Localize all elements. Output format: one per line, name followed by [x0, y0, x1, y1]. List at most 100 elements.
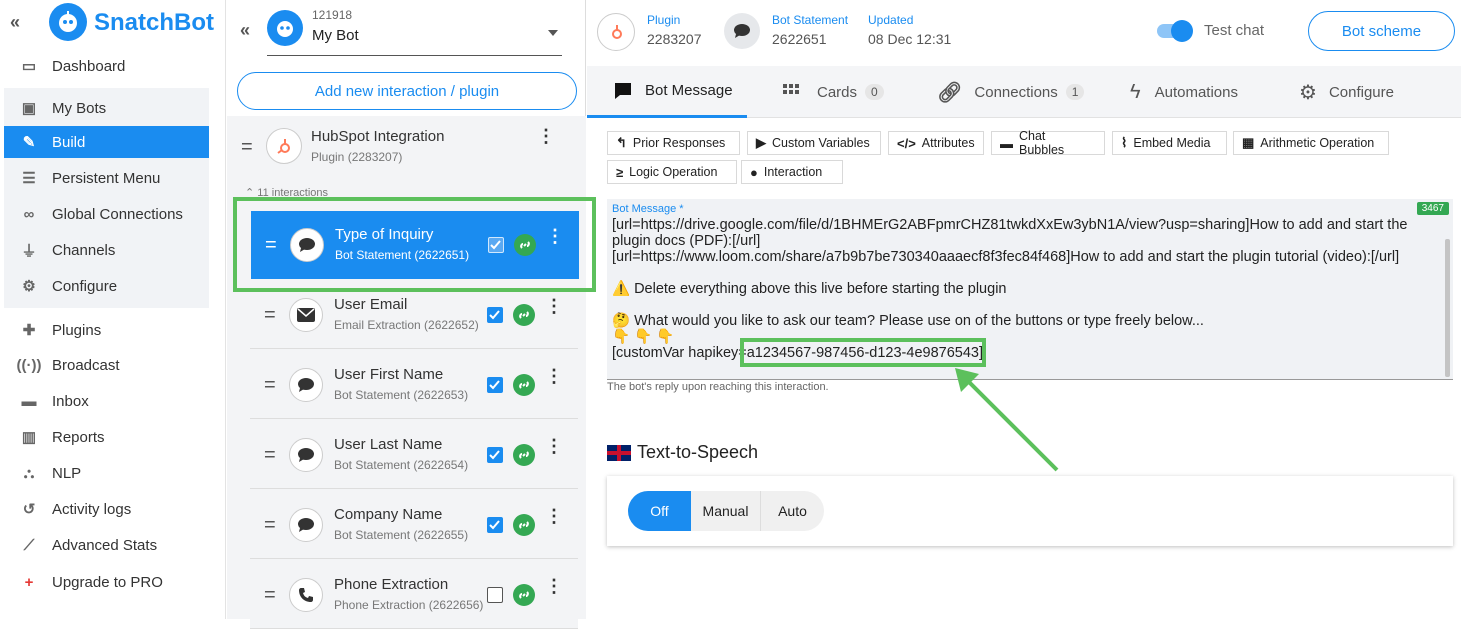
attributes-button[interactable]: </> Attributes: [888, 131, 984, 155]
toolbar-label: Embed Media: [1133, 136, 1211, 150]
editor-tabs: Bot Message Cards 0 🔗︎ Connections 1 ϟ Aut…: [587, 66, 1461, 118]
bot-message-label: Bot Message *: [612, 203, 684, 215]
sidebar-item-dashboard[interactable]: ▭ Dashboard: [4, 50, 209, 82]
more-icon[interactable]: ⋮: [545, 367, 563, 385]
chat-icon: ▬: [21, 392, 37, 410]
plugin-id: 2283207: [647, 31, 702, 47]
collapse-panel-icon[interactable]: «: [240, 20, 250, 41]
message-hint: The bot's reply upon reaching this inter…: [607, 381, 829, 393]
more-icon[interactable]: ⋮: [537, 127, 555, 145]
more-icon[interactable]: ⋮: [545, 577, 563, 595]
enabled-checkbox[interactable]: [487, 377, 503, 393]
scrollbar[interactable]: [1445, 239, 1450, 377]
sidebar-item-configure[interactable]: ⚙ Configure: [4, 270, 209, 302]
statement-id: 2622651: [772, 31, 827, 47]
sidebar-item-plugins[interactable]: ✚ Plugins: [4, 314, 209, 346]
bot-select[interactable]: 121918 My Bot: [267, 8, 562, 56]
plugin-row[interactable]: = HubSpot Integration Plugin (2283207) ⋮: [227, 118, 586, 178]
tab-label: Cards: [817, 83, 858, 101]
tab-configure[interactable]: ⚙ Configure: [1299, 66, 1394, 118]
more-icon[interactable]: ⋮: [545, 507, 563, 525]
add-interaction-button[interactable]: Add new interaction / plugin: [237, 72, 577, 110]
tab-connections[interactable]: 🔗︎ Connections 1: [937, 66, 1085, 118]
sidebar-item-label: Persistent Menu: [52, 169, 161, 187]
history-icon: ↺: [22, 501, 36, 518]
sidebar-item-persistent-menu[interactable]: ☰ Persistent Menu: [4, 162, 209, 194]
interaction-subtitle: Bot Statement (2622654): [334, 458, 469, 472]
custom-variables-button[interactable]: ▶ Custom Variables: [747, 131, 881, 155]
sidebar-item-label: Global Connections: [52, 205, 183, 223]
link-icon[interactable]: [513, 374, 535, 396]
bar-chart-icon: ▥: [21, 429, 37, 446]
plugin-label: Plugin: [647, 13, 681, 27]
bot-message-text[interactable]: [url=https://drive.google.com/file/d/1BH…: [612, 217, 1427, 361]
grid-icon: [783, 84, 799, 94]
link-icon[interactable]: [513, 444, 535, 466]
tts-title: Text-to-Speech: [607, 442, 758, 463]
link-icon[interactable]: [513, 584, 535, 606]
paperclip-icon: ⌇: [1121, 135, 1128, 150]
envelope-icon: [289, 298, 323, 332]
chat-bubbles-button[interactable]: ▬ Chat Bubbles: [991, 129, 1105, 157]
tts-auto-option[interactable]: Auto: [761, 491, 824, 531]
interaction-row[interactable]: = User Last Name Bot Statement (2622654) ⋮: [250, 421, 578, 489]
tab-count: 1: [1065, 84, 1085, 100]
drag-handle-icon[interactable]: =: [264, 375, 278, 395]
logic-operation-button[interactable]: ≥ Logic Operation: [607, 160, 737, 184]
calculator-icon: ▦: [1242, 135, 1255, 150]
interaction-title: User Last Name: [334, 436, 443, 453]
tts-off-option[interactable]: Off: [628, 491, 691, 531]
sidebar-item-channels[interactable]: ⏚ Channels: [4, 234, 209, 266]
arithmetic-operation-button[interactable]: ▦ Arithmetic Operation: [1233, 131, 1389, 155]
sidebar-item-reports[interactable]: ▥ Reports: [4, 421, 209, 453]
drag-handle-icon[interactable]: =: [264, 515, 278, 535]
sidebar-item-my-bots[interactable]: ▣ My Bots: [4, 92, 209, 124]
sidebar-item-broadcast[interactable]: ((·)) Broadcast: [4, 349, 209, 381]
gear-icon: ⚙: [22, 278, 36, 295]
interaction-row[interactable]: = User First Name Bot Statement (2622653) ⋮: [250, 351, 578, 419]
enabled-checkbox[interactable]: [487, 447, 503, 463]
interaction-row[interactable]: = Company Name Bot Statement (2622655) ⋮: [250, 491, 578, 559]
toolbar-label: Prior Responses: [632, 136, 726, 150]
sidebar-item-nlp[interactable]: ⛬ NLP: [4, 457, 209, 489]
tab-label: Automations: [1154, 83, 1238, 101]
enabled-checkbox[interactable]: [487, 307, 503, 323]
more-icon[interactable]: ⋮: [545, 437, 563, 455]
test-chat-toggle[interactable]: [1157, 20, 1193, 42]
enabled-checkbox[interactable]: [487, 587, 503, 603]
bot-scheme-button[interactable]: Bot scheme: [1308, 11, 1455, 51]
tab-automations[interactable]: ϟ Automations: [1130, 66, 1238, 118]
more-icon[interactable]: ⋮: [545, 297, 563, 315]
drag-handle-icon[interactable]: =: [264, 305, 278, 325]
collapse-sidebar-icon[interactable]: «: [10, 12, 20, 33]
updated-value: 08 Dec 12:31: [868, 31, 952, 47]
sidebar-item-label: Reports: [52, 428, 105, 446]
reply-icon: ↰: [616, 135, 627, 150]
sidebar-item-advanced-stats[interactable]: ⟋ Advanced Stats: [4, 529, 209, 561]
test-chat-label: Test chat: [1204, 22, 1265, 39]
tab-cards[interactable]: Cards 0: [783, 66, 884, 118]
drag-handle-icon[interactable]: =: [241, 136, 253, 159]
menu-icon: ☰: [22, 170, 36, 187]
tab-bot-message[interactable]: Bot Message: [587, 66, 747, 118]
sidebar-item-build[interactable]: ✎ Build: [4, 126, 209, 158]
tts-manual-option[interactable]: Manual: [691, 491, 761, 531]
sidebar-item-label: Build: [52, 133, 86, 151]
sidebar-item-global-connections[interactable]: ∞ Global Connections: [4, 198, 209, 230]
speech-bubble-icon: [289, 508, 323, 542]
drag-handle-icon[interactable]: =: [264, 585, 278, 605]
sidebar-item-inbox[interactable]: ▬ Inbox: [4, 385, 209, 417]
bot-message-field[interactable]: Bot Message * 3467 [url=https://drive.go…: [607, 199, 1453, 380]
embed-media-button[interactable]: ⌇ Embed Media: [1112, 131, 1227, 155]
link-icon[interactable]: [513, 514, 535, 536]
plugin-subtitle: Plugin (2283207): [311, 150, 403, 164]
sidebar-item-activity-logs[interactable]: ↺ Activity logs: [4, 493, 209, 525]
message-line: [customVar hapikey=: [612, 345, 747, 361]
drag-handle-icon[interactable]: =: [264, 445, 278, 465]
prior-responses-button[interactable]: ↰ Prior Responses: [607, 131, 740, 155]
hubspot-logo-icon: [266, 128, 302, 164]
interaction-button[interactable]: ● Interaction: [741, 160, 843, 184]
sidebar-item-upgrade-to-pro[interactable]: + Upgrade to PRO: [4, 566, 209, 598]
link-icon[interactable]: [513, 304, 535, 326]
enabled-checkbox[interactable]: [487, 517, 503, 533]
